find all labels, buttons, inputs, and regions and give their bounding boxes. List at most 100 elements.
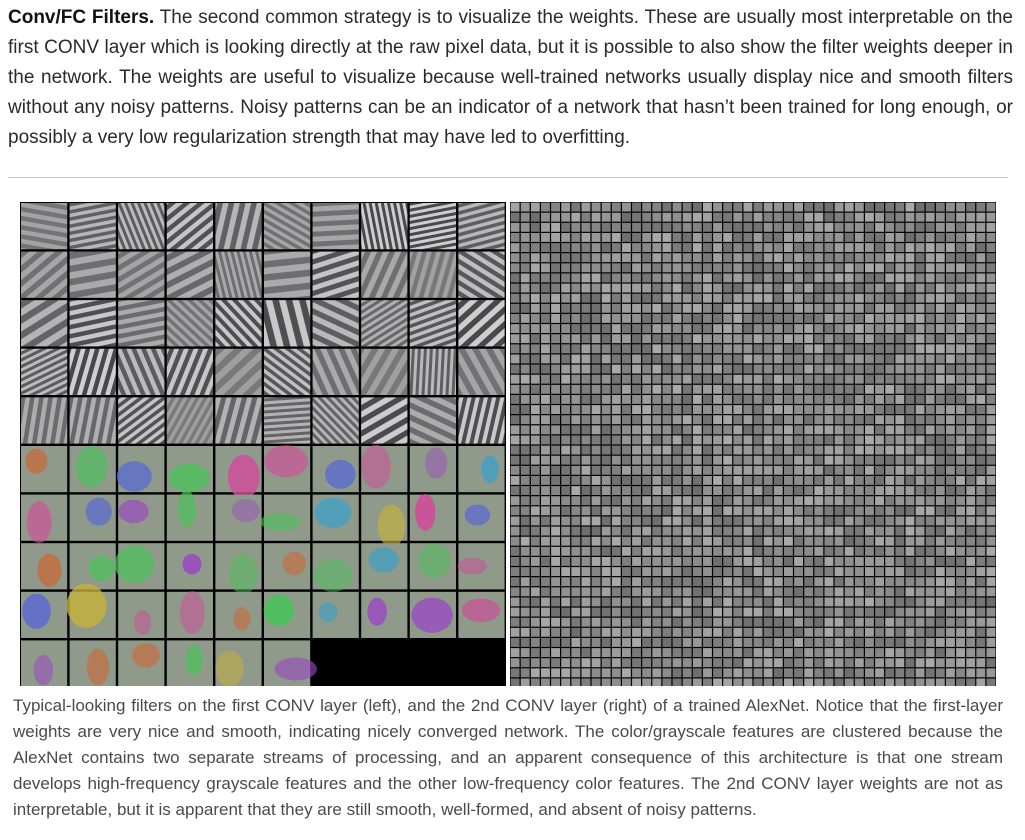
filter-tile	[763, 556, 773, 566]
filter-tile	[611, 516, 621, 526]
filter-tile	[571, 405, 581, 415]
filter-tile	[733, 567, 743, 577]
filter-tile	[905, 455, 915, 465]
filter-tile	[601, 354, 611, 364]
filter-tile	[854, 475, 864, 485]
filter-tile	[844, 486, 854, 496]
filter-tile	[743, 445, 753, 455]
filter-tile	[794, 597, 804, 607]
filter-tile	[794, 394, 804, 404]
filter-tile	[804, 334, 814, 344]
filter-tile	[794, 496, 804, 506]
filter-tile	[21, 543, 68, 590]
filter-tile	[895, 263, 905, 273]
filter-tile	[723, 607, 733, 617]
filter-tile	[642, 243, 652, 253]
filter-tile	[864, 212, 874, 222]
filter-tile	[763, 496, 773, 506]
filter-tile	[804, 344, 814, 354]
filter-tile	[561, 273, 571, 283]
filter-tile	[935, 232, 945, 242]
filter-tile	[611, 475, 621, 485]
filter-tile	[905, 658, 915, 668]
filter-tile	[763, 405, 773, 415]
filter-tile	[551, 303, 561, 313]
filter-tile	[824, 506, 834, 516]
filter-tile	[986, 263, 996, 273]
filter-tile	[561, 567, 571, 577]
filter-tile	[540, 556, 550, 566]
filter-tile	[844, 607, 854, 617]
filter-tile	[956, 637, 966, 647]
filter-tile	[753, 334, 763, 344]
filter-tile	[925, 435, 935, 445]
filter-tile	[814, 637, 824, 647]
filter-tile	[621, 313, 631, 323]
filter-tile	[743, 475, 753, 485]
filter-tile	[581, 506, 591, 516]
filter-tile	[561, 597, 571, 607]
filter-tile	[632, 222, 642, 232]
filter-tile	[702, 506, 712, 516]
filter-tile	[753, 658, 763, 668]
filter-tile	[773, 283, 783, 293]
filter-tile	[895, 253, 905, 263]
filter-tile	[692, 658, 702, 668]
filter-tile	[844, 435, 854, 445]
filter-tile	[966, 222, 976, 232]
filter-tile	[702, 668, 712, 678]
filter-tile	[662, 668, 672, 678]
filter-tile	[783, 313, 793, 323]
filter-tile	[601, 273, 611, 283]
filter-tile	[591, 293, 601, 303]
filter-tile	[925, 455, 935, 465]
filter-tile	[885, 506, 895, 516]
filter-tile	[561, 263, 571, 273]
filter-tile	[540, 536, 550, 546]
filter-tile	[672, 425, 682, 435]
filter-tile	[905, 556, 915, 566]
filter-tile	[733, 334, 743, 344]
filter-tile	[956, 627, 966, 637]
filter-tile	[723, 475, 733, 485]
filter-tile	[662, 597, 672, 607]
filter-tile	[976, 425, 986, 435]
filter-tile	[621, 617, 631, 627]
filter-tile	[682, 435, 692, 445]
filter-tile	[733, 435, 743, 445]
filter-tile	[895, 465, 905, 475]
filter-tile	[662, 526, 672, 536]
filter-tile	[551, 313, 561, 323]
filter-tile	[581, 222, 591, 232]
filter-tile	[794, 334, 804, 344]
filter-tile	[692, 607, 702, 617]
filter-tile	[966, 303, 976, 313]
filter-tile	[591, 526, 601, 536]
filter-tile	[956, 607, 966, 617]
filter-tile	[601, 313, 611, 323]
filter-tile	[652, 556, 662, 566]
filter-tile	[814, 496, 824, 506]
filter-tile	[682, 526, 692, 536]
filter-tile	[571, 232, 581, 242]
filter-tile	[753, 202, 763, 212]
filter-tile	[520, 486, 530, 496]
filter-tile	[905, 496, 915, 506]
filter-tile	[753, 405, 763, 415]
filter-tile	[692, 374, 702, 384]
filter-tile	[642, 536, 652, 546]
filter-tile	[915, 202, 925, 212]
filter-tile	[733, 425, 743, 435]
filter-tile	[966, 546, 976, 556]
filter-tile	[763, 658, 773, 668]
filter-tile	[794, 253, 804, 263]
filter-tile	[520, 283, 530, 293]
filter-tile	[986, 516, 996, 526]
filter-tile	[702, 243, 712, 253]
filter-tile	[935, 354, 945, 364]
filter-tile	[743, 597, 753, 607]
filter-tile	[854, 465, 864, 475]
filter-tile	[458, 251, 505, 298]
filter-tile	[814, 587, 824, 597]
filter-tile	[561, 222, 571, 232]
